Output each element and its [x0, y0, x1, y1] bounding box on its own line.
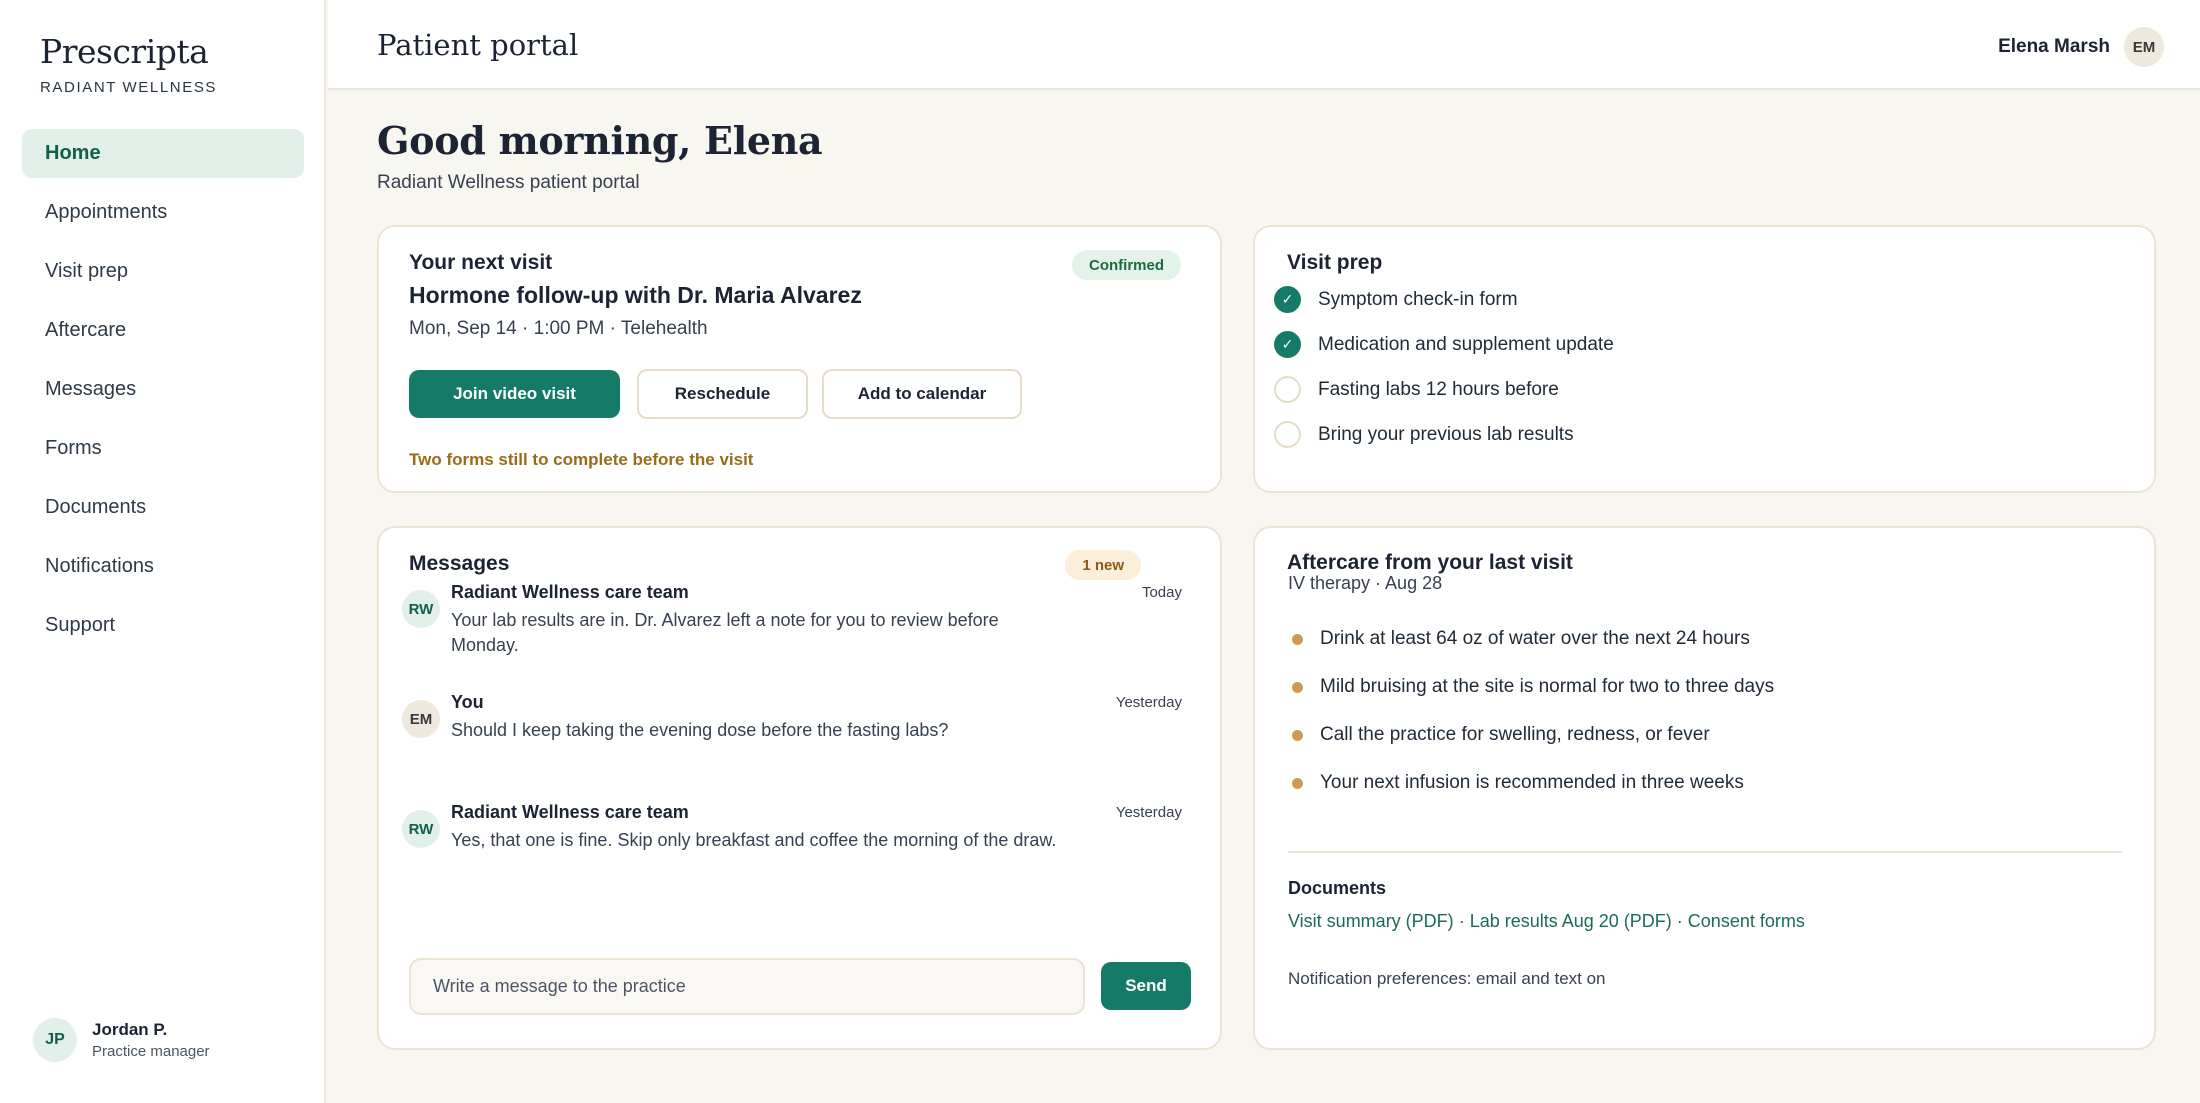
greeting-title: Good morning, Elena — [377, 118, 823, 163]
status-badge: Confirmed — [1072, 250, 1181, 280]
visit-datetime: Mon, Sep 14 · 1:00 PM · Telehealth — [409, 318, 708, 339]
message-time: Yesterday — [1115, 804, 1182, 821]
list-item: Call the practice for swelling, redness,… — [1290, 711, 1774, 759]
page-title: Patient portal — [377, 28, 579, 62]
notification-preferences[interactable]: Notification preferences: email and text… — [1288, 969, 1606, 989]
list-item[interactable]: Bring your previous lab results — [1274, 412, 1614, 457]
avatar[interactable]: EM — [2124, 27, 2164, 67]
message-time: Yesterday — [1115, 694, 1182, 711]
avatar: EM — [402, 700, 440, 738]
avatar: RW — [402, 590, 440, 628]
next-visit-heading: Your next visit — [409, 251, 553, 274]
send-button[interactable]: Send — [1101, 962, 1191, 1010]
message-item[interactable]: EM You Yesterday Should I keep taking th… — [402, 692, 1182, 762]
reschedule-button[interactable]: Reschedule — [637, 369, 808, 419]
visit-title: Hormone follow-up with Dr. Maria Alvarez — [409, 282, 862, 308]
message-item[interactable]: RW Radiant Wellness care team Today Your… — [402, 582, 1182, 672]
empty-circle-icon[interactable] — [1274, 421, 1301, 448]
sidebar-user[interactable]: JP Jordan P. Practice manager — [33, 1018, 210, 1062]
brand-subtitle: RADIANT WELLNESS — [40, 79, 218, 96]
add-to-calendar-button[interactable]: Add to calendar — [822, 369, 1022, 419]
list-item: Drink at least 64 oz of water over the n… — [1290, 615, 1774, 663]
link-separator: · — [1671, 911, 1688, 931]
avatar: RW — [402, 810, 440, 848]
sidebar-user-role: Practice manager — [92, 1043, 210, 1060]
visit-prep-card: Visit prep ✓ Symptom check-in form ✓ Med… — [1253, 225, 2156, 493]
message-body: Your lab results are in. Dr. Alvarez lef… — [451, 610, 999, 655]
consent-forms-link[interactable]: Consent forms — [1688, 911, 1805, 931]
message-sender: You — [451, 692, 484, 712]
sidebar-item-home[interactable]: Home — [22, 129, 304, 178]
message-item[interactable]: RW Radiant Wellness care team Yesterday … — [402, 802, 1182, 872]
sidebar: Prescripta RADIANT WELLNESS Home Appoint… — [0, 0, 326, 1103]
list-item[interactable]: ✓ Symptom check-in form — [1274, 277, 1614, 322]
brand-name: Prescripta — [40, 32, 209, 71]
sidebar-item-aftercare[interactable]: Aftercare — [22, 306, 304, 355]
prep-item-label: Bring your previous lab results — [1318, 423, 1574, 445]
bullet-icon — [1292, 633, 1303, 645]
avatar: JP — [33, 1018, 77, 1062]
visit-prep-heading: Visit prep — [1287, 251, 1383, 274]
aftercare-list: Drink at least 64 oz of water over the n… — [1290, 615, 1774, 807]
forms-warning[interactable]: Two forms still to complete before the v… — [409, 450, 753, 470]
message-body: Yes, that one is fine. Skip only breakfa… — [451, 830, 1057, 850]
documents-links: Visit summary (PDF) · Lab results Aug 20… — [1288, 911, 1805, 932]
message-time: Today — [1141, 584, 1182, 601]
messages-heading: Messages — [409, 552, 510, 575]
check-icon[interactable]: ✓ — [1274, 331, 1301, 358]
greeting-subtitle: Radiant Wellness patient portal — [377, 172, 640, 193]
documents-label: Documents — [1288, 878, 1387, 898]
sidebar-nav: Home Appointments Visit prep Aftercare M… — [22, 129, 304, 660]
aftercare-card: Aftercare from your last visit IV therap… — [1253, 526, 2156, 1050]
visit-summary-link[interactable]: Visit summary (PDF) — [1288, 911, 1454, 931]
sidebar-item-forms[interactable]: Forms — [22, 424, 304, 473]
bullet-icon — [1292, 681, 1303, 693]
message-body: Should I keep taking the evening dose be… — [451, 720, 949, 740]
sidebar-item-support[interactable]: Support — [22, 601, 304, 650]
aftercare-item-label: Call the practice for swelling, redness,… — [1320, 724, 1710, 745]
aftercare-subtitle: IV therapy · Aug 28 — [1288, 573, 1443, 593]
sidebar-item-notifications[interactable]: Notifications — [22, 542, 304, 591]
check-icon[interactable]: ✓ — [1274, 286, 1301, 313]
next-visit-card: Your next visit Confirmed Hormone follow… — [377, 225, 1222, 493]
lab-results-link[interactable]: Lab results Aug 20 (PDF) — [1470, 911, 1672, 931]
prep-item-label: Medication and supplement update — [1318, 333, 1614, 355]
messages-card: Messages 1 new RW Radiant Wellness care … — [377, 526, 1222, 1050]
message-input[interactable] — [409, 958, 1085, 1015]
user-name: Elena Marsh — [1998, 36, 2110, 57]
list-item: Your next infusion is recommended in thr… — [1290, 759, 1774, 807]
new-messages-badge: 1 new — [1065, 550, 1141, 580]
empty-circle-icon[interactable] — [1274, 376, 1301, 403]
sidebar-item-messages[interactable]: Messages — [22, 365, 304, 414]
sidebar-item-visit-prep[interactable]: Visit prep — [22, 247, 304, 296]
sidebar-item-documents[interactable]: Documents — [22, 483, 304, 532]
visit-prep-list: ✓ Symptom check-in form ✓ Medication and… — [1274, 277, 1614, 457]
list-item: Mild bruising at the site is normal for … — [1290, 663, 1774, 711]
sidebar-user-name: Jordan P. — [92, 1020, 168, 1039]
message-sender: Radiant Wellness care team — [451, 802, 689, 822]
list-item[interactable]: Fasting labs 12 hours before — [1274, 367, 1614, 412]
prep-item-label: Symptom check-in form — [1318, 288, 1518, 310]
sidebar-item-appointments[interactable]: Appointments — [22, 188, 304, 237]
aftercare-item-label: Mild bruising at the site is normal for … — [1320, 676, 1775, 697]
top-bar: Patient portal Elena Marsh EM — [328, 0, 2200, 90]
bullet-icon — [1292, 777, 1303, 789]
aftercare-heading: Aftercare from your last visit — [1287, 551, 1573, 574]
aftercare-item-label: Drink at least 64 oz of water over the n… — [1320, 628, 1750, 649]
account-menu[interactable]: Elena Marsh EM — [1998, 27, 2164, 67]
join-video-button[interactable]: Join video visit — [409, 370, 620, 418]
prep-item-label: Fasting labs 12 hours before — [1318, 378, 1559, 400]
link-separator: · — [1453, 911, 1470, 931]
bullet-icon — [1292, 729, 1303, 741]
divider — [1288, 851, 2122, 853]
aftercare-item-label: Your next infusion is recommended in thr… — [1320, 772, 1744, 793]
list-item[interactable]: ✓ Medication and supplement update — [1274, 322, 1614, 367]
message-sender: Radiant Wellness care team — [451, 582, 689, 602]
